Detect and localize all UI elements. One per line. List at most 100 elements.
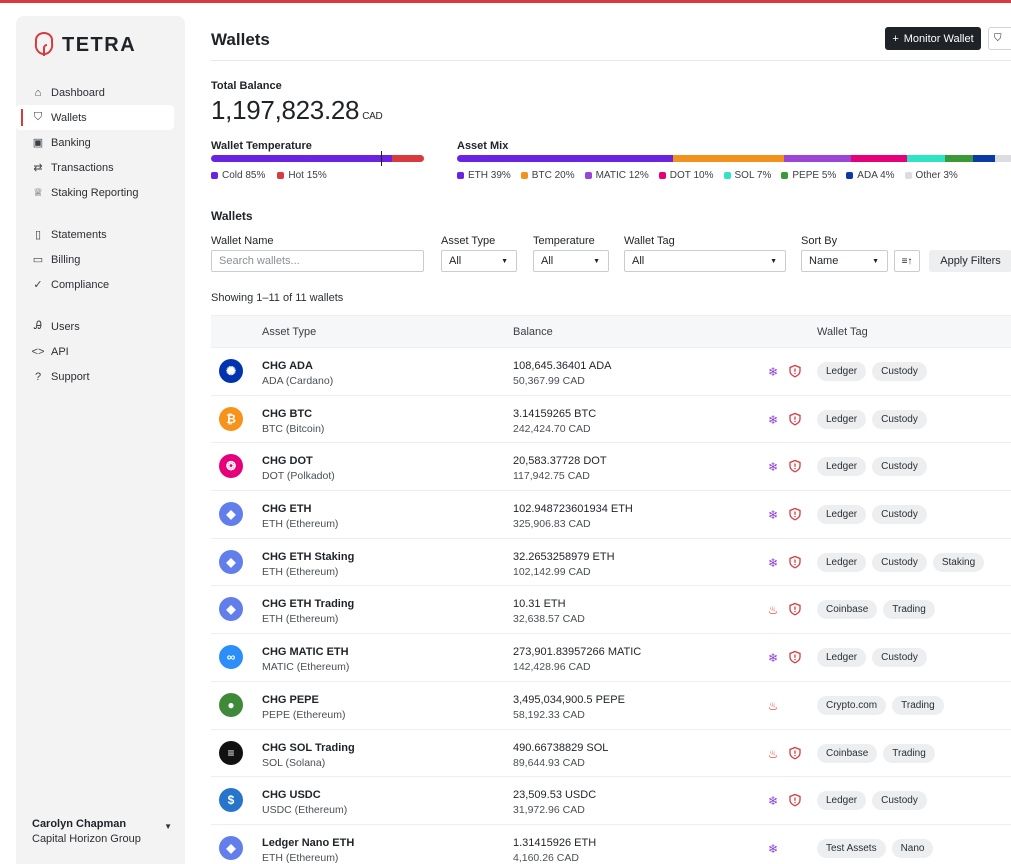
tag-badge[interactable]: Ledger: [817, 457, 867, 477]
sort-ascending-icon: ≡↑: [901, 255, 913, 267]
wallets-table: Asset Type Balance Wallet Tag ✺ CHG ADA AD…: [211, 315, 1011, 864]
user-menu[interactable]: Carolyn Chapman Capital Horizon Group ▼: [32, 818, 172, 845]
wallet-name: CHG USDC: [262, 789, 321, 802]
document-icon: ▯: [34, 229, 42, 241]
sidebar-item-label: API: [51, 345, 69, 358]
sidebar-item-compliance[interactable]: ✓ Compliance: [16, 272, 185, 297]
table-row[interactable]: ❂ CHG DOT DOT (Polkadot) 20,583.37728 DOT 11…: [211, 443, 1011, 492]
sidebar-item-transactions[interactable]: ⇄ Transactions: [16, 155, 185, 180]
sidebar-item-support[interactable]: ? Support: [16, 364, 185, 389]
table-row[interactable]: ∞ CHG MATIC ETH MATIC (Ethereum) 273,901.83…: [211, 634, 1011, 682]
legend-label: SOL 7%: [734, 170, 772, 181]
sidebar-nav: ⌂ Dashboard ⛉ Wallets ▣ Banking ⇄ Transactions ♕…: [16, 80, 185, 389]
column-header-balance[interactable]: Balance: [513, 326, 553, 338]
tag-badge[interactable]: Custody: [872, 791, 927, 811]
sidebar-item-billing[interactable]: ▭ Billing: [16, 247, 185, 272]
wallet-temperature-bar: [211, 155, 424, 162]
sidebar-item-statements[interactable]: ▯ Statements: [16, 222, 185, 247]
tag-badge[interactable]: Custody: [872, 409, 927, 429]
temperature-select[interactable]: All ▼: [533, 250, 609, 272]
monitor-wallet-button[interactable]: + Monitor Wallet: [885, 27, 981, 50]
wallet-tags: Ledger Custody: [817, 362, 927, 381]
wallet-fiat-balance: 32,638.57 CAD: [513, 613, 585, 626]
table-row[interactable]: ◆ CHG ETH Staking ETH (Ethereum) 32.2653258…: [211, 539, 1011, 587]
results-count: Showing 1–11 of 11 wallets: [211, 292, 344, 304]
tag-badge[interactable]: Coinbase: [817, 743, 878, 763]
tag-badge[interactable]: Test Assets: [817, 838, 886, 858]
wallet-balance: 23,509.53 USDC: [513, 789, 597, 802]
plus-icon: +: [892, 32, 899, 45]
tag-badge[interactable]: Ledger: [817, 362, 867, 381]
tag-badge[interactable]: Trading: [892, 695, 944, 715]
sidebar-item-dashboard[interactable]: ⌂ Dashboard: [16, 80, 185, 105]
table-row[interactable]: ₿ CHG BTC BTC (Bitcoin) 3.14159265 BTC 242,4…: [211, 396, 1011, 444]
table-row[interactable]: ◆ Ledger Nano ETH ETH (Ethereum) 1.31415926…: [211, 825, 1011, 864]
tag-badge[interactable]: Custody: [872, 362, 927, 381]
tag-badge[interactable]: Ledger: [817, 505, 867, 525]
tag-badge[interactable]: Custody: [872, 505, 927, 525]
tag-badge[interactable]: Ledger: [817, 648, 867, 668]
wallet-asset: ETH (Ethereum): [262, 851, 339, 864]
tag-badge[interactable]: Crypto.com: [817, 695, 887, 715]
shield-button[interactable]: ⛉: [988, 27, 1011, 50]
table-row[interactable]: ◆ CHG ETH ETH (Ethereum) 102.948723601934 E…: [211, 491, 1011, 539]
table-row[interactable]: $ CHG USDC USDC (Ethereum) 23,509.53 USDC 31…: [211, 777, 1011, 825]
tag-badge[interactable]: Custody: [872, 457, 927, 477]
sort-by-select[interactable]: Name ▼: [801, 250, 888, 272]
tag-badge[interactable]: Custody: [872, 552, 927, 572]
tag-badge[interactable]: Ledger: [817, 552, 867, 572]
column-header-wallet-tag[interactable]: Wallet Tag: [817, 326, 868, 338]
apply-filters-button[interactable]: Apply Filters: [929, 250, 1011, 272]
sidebar-item-wallets[interactable]: ⛉ Wallets: [16, 105, 174, 130]
table-row[interactable]: ◆ CHG ETH Trading ETH (Ethereum) 10.31 ETH 3…: [211, 586, 1011, 635]
btc-coin-icon: ₿: [219, 406, 243, 431]
column-header-asset-type[interactable]: Asset Type: [262, 326, 316, 338]
asset-type-select[interactable]: All ▼: [441, 250, 517, 272]
wallet-fiat-balance: 242,424.70 CAD: [513, 422, 591, 435]
chevron-down-icon[interactable]: ▼: [164, 822, 172, 831]
help-icon: ?: [34, 370, 42, 383]
wallet-tag-select[interactable]: All ▼: [624, 250, 786, 272]
asset-mix-segment: [851, 155, 907, 162]
wallet-balance: 10.31 ETH: [513, 598, 566, 611]
sidebar-item-users[interactable]: Ꭿ Users: [16, 314, 185, 339]
legend-swatch: [658, 172, 666, 179]
wallet-name-search-input[interactable]: Search wallets...: [211, 250, 424, 272]
user-name: Carolyn Chapman: [32, 818, 127, 830]
tag-badge[interactable]: Trading: [883, 600, 935, 620]
trophy-icon: ♕: [33, 187, 43, 199]
legend-swatch: [781, 172, 789, 179]
tag-badge[interactable]: Trading: [883, 743, 935, 763]
tag-badge[interactable]: Nano: [891, 838, 934, 858]
wallet-balance: 20,583.37728 DOT: [513, 455, 607, 468]
legend-swatch: [211, 172, 218, 179]
legend-item: MATIC 12%: [584, 170, 649, 181]
flame-icon: ♨: [767, 746, 779, 761]
legend-label: PEPE 5%: [792, 170, 837, 181]
sort-direction-button[interactable]: ≡↑: [894, 250, 920, 272]
sidebar-item-api[interactable]: <> API: [16, 339, 185, 364]
brand-logo[interactable]: TETRA: [32, 32, 136, 58]
table-row[interactable]: ≡ CHG SOL Trading SOL (Solana) 490.66738829…: [211, 730, 1011, 778]
snowflake-icon: ❄: [767, 365, 779, 379]
shield-icon: [788, 746, 802, 760]
tag-badge[interactable]: Custody: [872, 648, 927, 668]
tag-badge[interactable]: Ledger: [817, 791, 867, 811]
user-org: Capital Horizon Group: [32, 833, 141, 845]
tag-badge[interactable]: Coinbase: [817, 600, 878, 620]
sidebar-item-staking-reporting[interactable]: ♕ Staking Reporting: [16, 180, 185, 205]
sol-coin-icon: ≡: [219, 740, 243, 765]
wallet-tag-value: All: [632, 255, 645, 267]
sidebar-item-banking[interactable]: ▣ Banking: [16, 130, 185, 155]
tag-badge[interactable]: Ledger: [817, 409, 867, 429]
monitor-wallet-label: Monitor Wallet: [903, 32, 974, 45]
wallet-balance: 32.2653258979 ETH: [513, 550, 615, 563]
check-circle-icon: ✓: [33, 279, 43, 291]
table-row[interactable]: ✺ CHG ADA ADA (Cardano) 108,645.36401 ADA 50…: [211, 348, 1011, 396]
tag-badge[interactable]: Staking: [932, 552, 985, 572]
legend-swatch: [457, 172, 464, 179]
wallet-name: CHG PEPE: [262, 693, 319, 706]
legend-label: BTC 20%: [531, 170, 575, 181]
wallet-temperature-legend: Cold 85% Hot 15%: [211, 170, 327, 181]
table-row[interactable]: ● CHG PEPE PEPE (Ethereum) 3,495,034,900.5 …: [211, 682, 1011, 730]
